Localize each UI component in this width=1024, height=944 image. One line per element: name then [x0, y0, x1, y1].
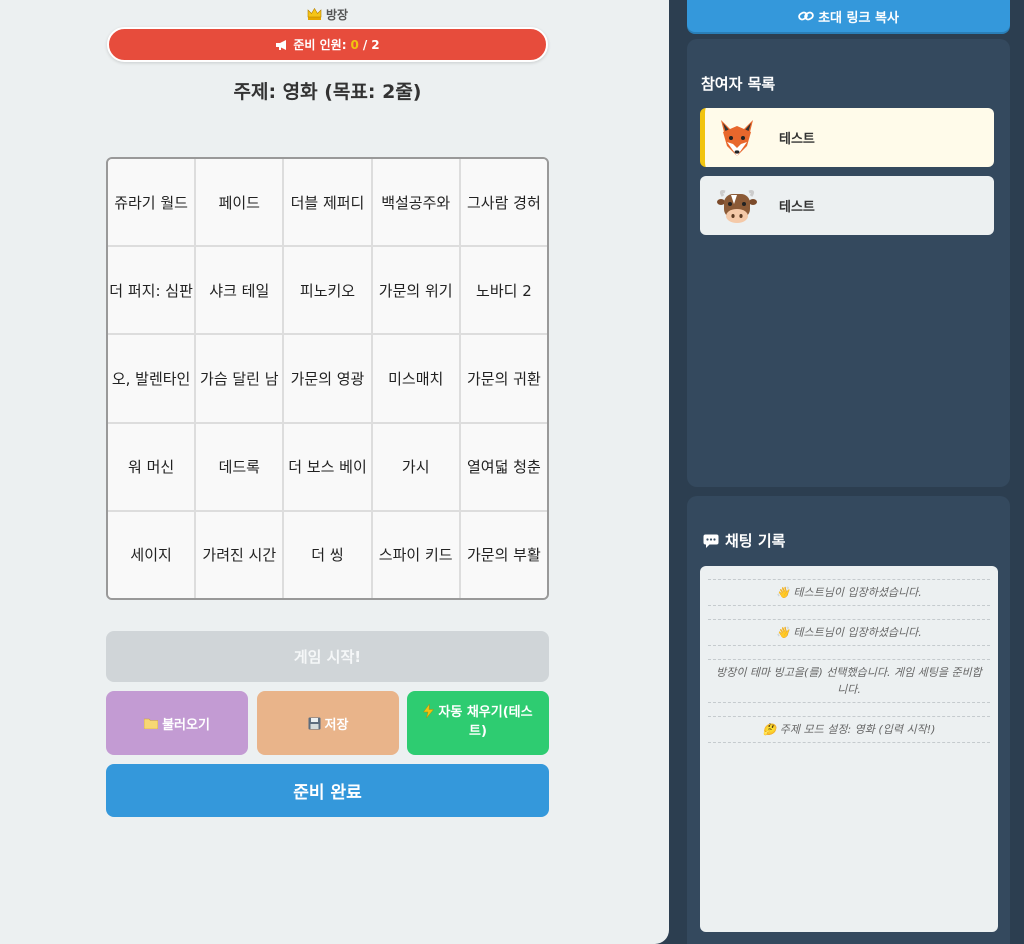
- chat-message: 🤔 주제 모드 설정: 영화 (입력 시작!): [708, 716, 990, 744]
- copy-invite-link-button[interactable]: 초대 링크 복사: [687, 0, 1010, 32]
- ready-button[interactable]: 준비 완료: [106, 764, 549, 817]
- player-card: 테스트: [700, 176, 994, 235]
- ready-total: 2: [371, 37, 380, 52]
- bingo-cell[interactable]: 더블 제퍼디: [284, 159, 371, 246]
- chat-message: 👋 테스트님이 입장하셨습니다.: [708, 619, 990, 647]
- load-button[interactable]: 불러오기: [106, 691, 248, 755]
- bingo-cell[interactable]: 쥬라기 월드: [108, 159, 195, 246]
- host-label: 방장: [325, 8, 349, 22]
- auto-fill-button[interactable]: 자동 채우기(테스트): [407, 691, 549, 755]
- bingo-cell[interactable]: 노바디 2: [460, 247, 547, 334]
- bingo-cell[interactable]: 세이지: [108, 511, 195, 598]
- player-name: 테스트: [779, 132, 815, 147]
- host-indicator: 방장: [0, 6, 655, 23]
- ready-separator: /: [362, 37, 368, 52]
- bingo-cell[interactable]: 워 머신: [108, 423, 195, 510]
- speech-bubble-icon: [703, 534, 719, 548]
- bingo-cell[interactable]: 더 보스 베이: [284, 423, 371, 510]
- chat-message: 방장이 테마 빙고을(를) 선택했습니다. 게임 세팅을 준비합니다.: [708, 659, 990, 704]
- chat-panel: 채팅 기록 👋 테스트님이 입장하셨습니다. 👋 테스트님이 입장하셨습니다. …: [687, 496, 1010, 944]
- bingo-cell[interactable]: 가문의 위기: [372, 247, 459, 334]
- load-button-label: 불러오기: [162, 717, 210, 733]
- bingo-cell[interactable]: 페이드: [196, 159, 283, 246]
- bingo-cell[interactable]: 가려진 시간: [196, 511, 283, 598]
- bingo-board: 쥬라기 월드 페이드 더블 제퍼디 백설공주와 그사람 경허 더 퍼지: 심판 …: [106, 157, 549, 600]
- bingo-cell[interactable]: 가슴 달린 남: [196, 335, 283, 422]
- invite-button-label: 초대 링크 복사: [818, 10, 899, 26]
- bingo-cell[interactable]: 백설공주와: [372, 159, 459, 246]
- save-button-label: 저장: [324, 717, 349, 733]
- player-card: 테스트: [700, 108, 994, 167]
- chat-log[interactable]: 👋 테스트님이 입장하셨습니다. 👋 테스트님이 입장하셨습니다. 방장이 테마…: [700, 566, 998, 932]
- player-list-title: 참여자 목록: [701, 75, 776, 93]
- floppy-disk-icon: [308, 717, 321, 729]
- bingo-cell[interactable]: 데드록: [196, 423, 283, 510]
- fox-icon: [721, 119, 753, 156]
- bingo-cell[interactable]: 더 퍼지: 심판: [108, 247, 195, 334]
- bingo-cell[interactable]: 오, 발렌타인: [108, 335, 195, 422]
- topic-title: 주제: 영화 (목표: 2줄): [233, 81, 422, 103]
- auto-fill-button-label: 자동 채우기(테스트): [438, 705, 533, 739]
- bingo-cell[interactable]: 피노키오: [284, 247, 371, 334]
- ready-count-bar: 준비 인원: 0 / 2: [107, 27, 548, 62]
- bingo-cell[interactable]: 가문의 귀환: [460, 335, 547, 422]
- megaphone-icon: [276, 39, 287, 50]
- player-name: 테스트: [779, 200, 815, 215]
- player-list-panel: 참여자 목록 테스트 테스트: [687, 39, 1010, 487]
- cow-icon: [717, 189, 757, 223]
- game-area: 방장 준비 인원: 0 / 2 주제: 영화 (목표: 2줄) 쥬라기 월드 페…: [0, 0, 669, 944]
- bingo-cell[interactable]: 가문의 부활: [460, 511, 547, 598]
- chat-title-label: 채팅 기록: [725, 532, 786, 550]
- folder-icon: [144, 718, 159, 729]
- bingo-cell[interactable]: 그사람 경허: [460, 159, 547, 246]
- lightning-icon: [423, 704, 435, 719]
- save-button[interactable]: 저장: [257, 691, 399, 755]
- chat-message: 👋 테스트님이 입장하셨습니다.: [708, 579, 990, 607]
- bingo-cell[interactable]: 스파이 키드: [372, 511, 459, 598]
- chat-title: 채팅 기록: [703, 530, 785, 551]
- bingo-cell[interactable]: 열여덟 청춘: [460, 423, 547, 510]
- bingo-cell[interactable]: 가문의 영광: [284, 335, 371, 422]
- start-game-button[interactable]: 게임 시작!: [106, 631, 549, 682]
- crown-icon: [307, 8, 322, 20]
- link-icon: [798, 11, 814, 21]
- bingo-cell[interactable]: 더 씽: [284, 511, 371, 598]
- ready-label: 준비 인원:: [293, 38, 347, 52]
- bingo-cell[interactable]: 가시: [372, 423, 459, 510]
- bingo-cell[interactable]: 샤크 테일: [196, 247, 283, 334]
- ready-current: 0: [350, 37, 359, 52]
- bingo-cell[interactable]: 미스매치: [372, 335, 459, 422]
